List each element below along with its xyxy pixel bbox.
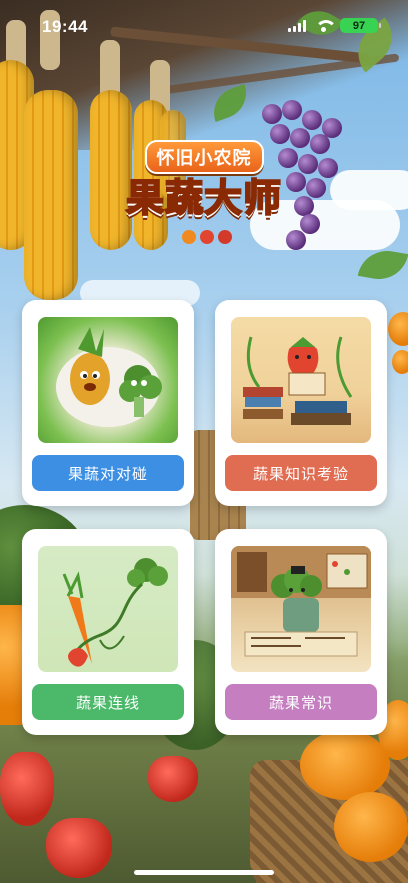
match-game-label: 果蔬对对碰	[67, 464, 148, 483]
broccoli-scholar-icon	[231, 546, 371, 672]
matching-lines-button[interactable]: 蔬果连线	[32, 684, 184, 720]
menu-card-match-game[interactable]: 果蔬对对碰	[22, 300, 194, 506]
carrot-broccoli-vine-icon	[38, 546, 178, 672]
logo-subtitle: 怀旧小农院	[144, 140, 264, 174]
battery-icon: 97	[340, 18, 381, 33]
menu-card-knowledge-test[interactable]: 蔬果知识考验	[215, 300, 387, 506]
common-sense-button[interactable]: 蔬果常识	[225, 684, 377, 720]
status-icons: 97	[288, 18, 381, 33]
pineapple-broccoli-icon	[38, 317, 178, 443]
app-logo: 怀旧小农院 果蔬大师	[104, 134, 304, 254]
knowledge-test-button[interactable]: 蔬果知识考验	[225, 455, 377, 491]
strawberry-reading-icon	[231, 317, 371, 443]
status-time: 19:44	[42, 17, 88, 36]
common-sense-label: 蔬果常识	[268, 693, 333, 712]
wifi-icon	[314, 19, 337, 32]
battery-level: 97	[352, 19, 366, 32]
menu-card-matching-lines[interactable]: 蔬果连线	[22, 529, 194, 735]
home-indicator[interactable]	[134, 870, 274, 875]
menu-card-common-sense[interactable]: 蔬果常识	[215, 529, 387, 735]
logo-vegetable-icon	[182, 230, 232, 244]
logo-title: 果蔬大师	[125, 175, 282, 221]
matching-lines-label: 蔬果连线	[75, 693, 140, 712]
status-bar: 19:44 97	[0, 0, 408, 54]
knowledge-test-label: 蔬果知识考验	[252, 464, 349, 483]
match-game-button[interactable]: 果蔬对对碰	[32, 455, 184, 491]
cellular-signal-icon	[288, 19, 306, 32]
